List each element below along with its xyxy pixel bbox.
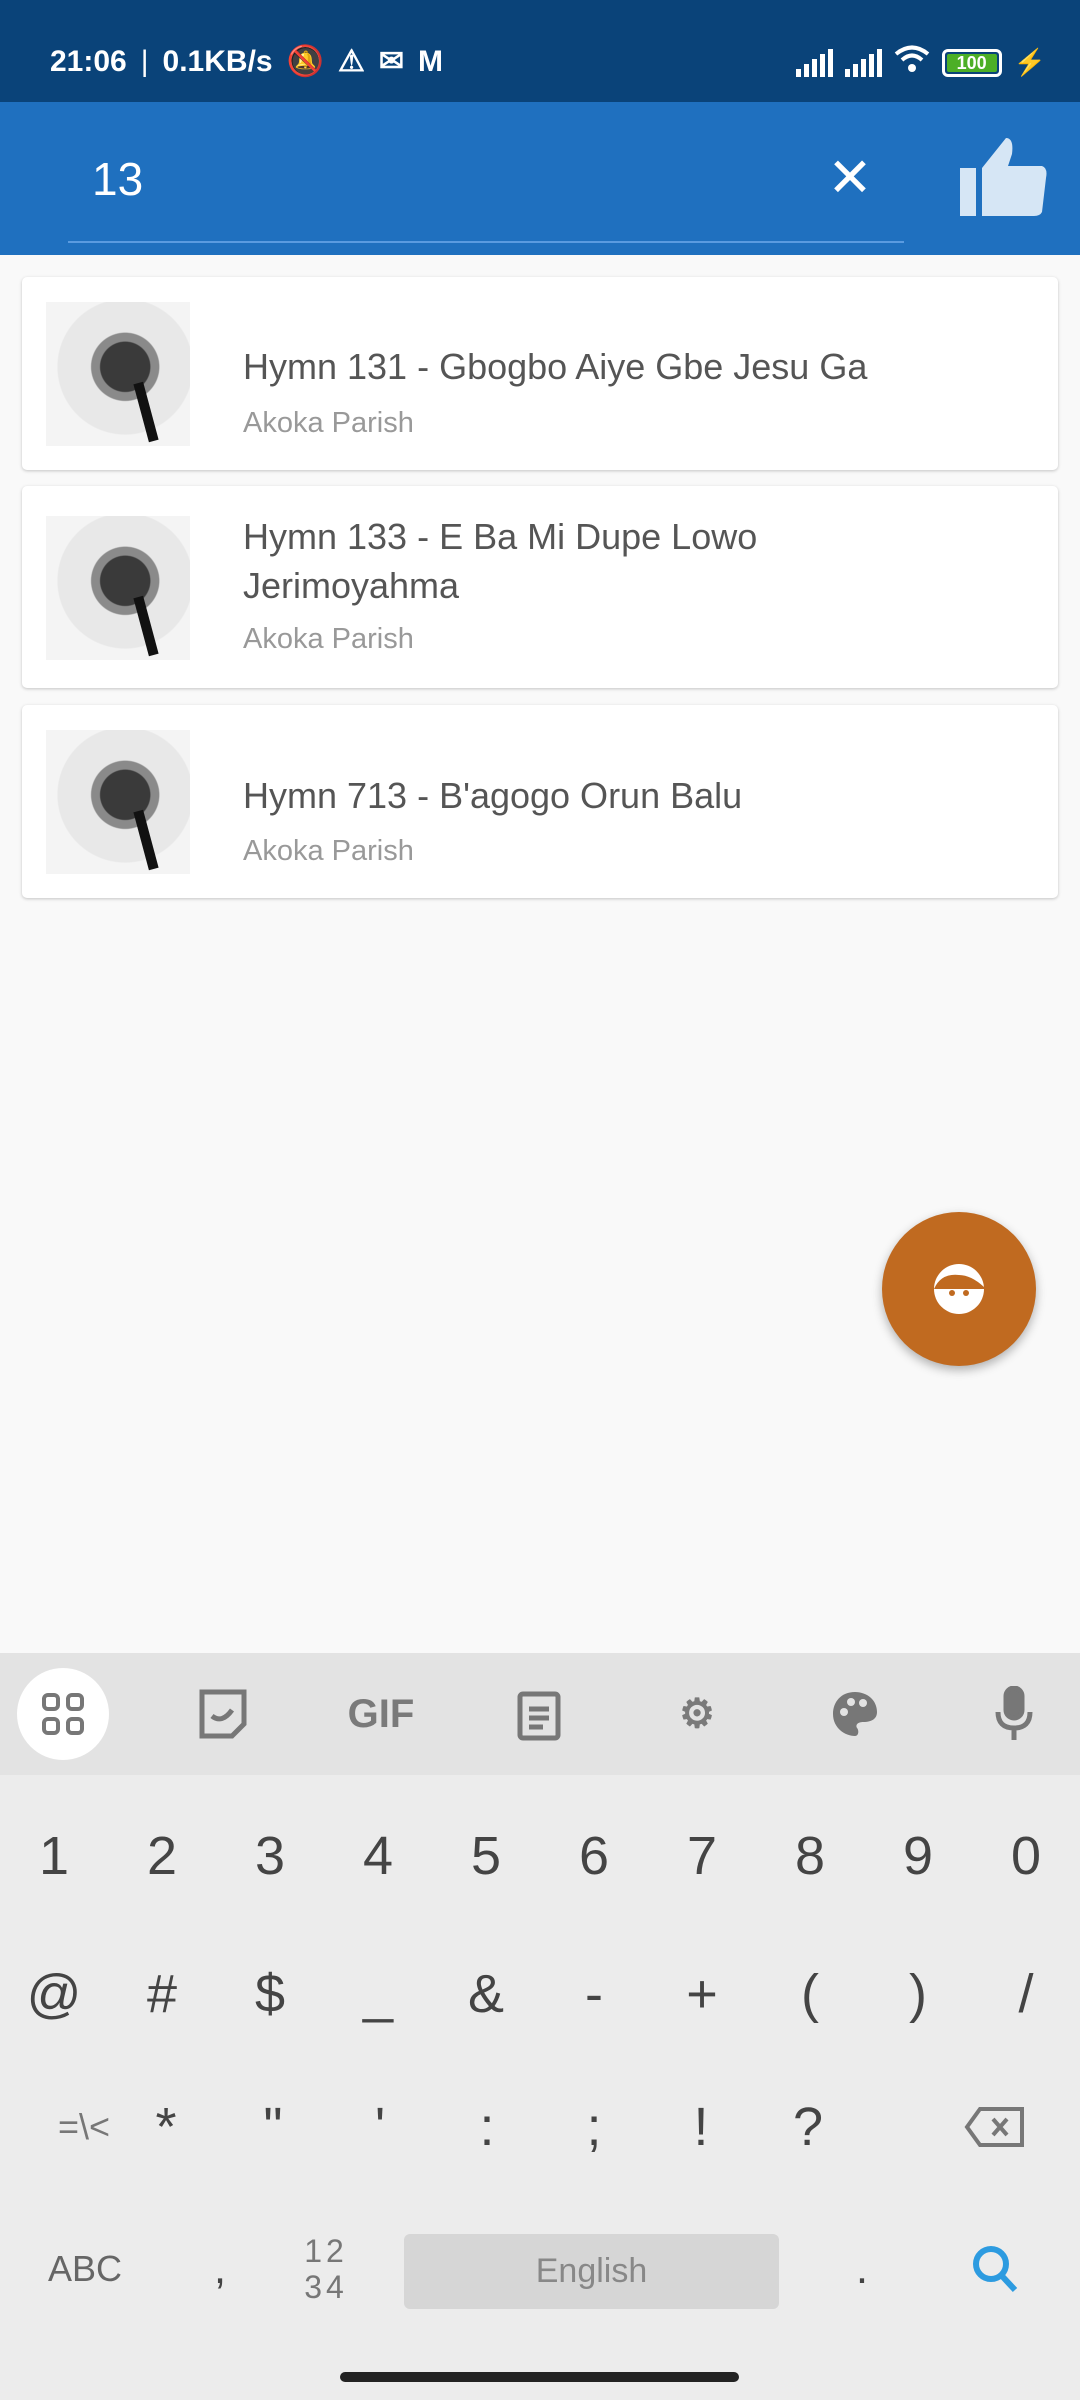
- key[interactable]: -: [540, 1944, 648, 2044]
- keyboard: GIF ⚙ 1234567890 @ # $ _ & - +() / =\< * " ':;!? A…: [0, 1653, 1080, 2400]
- numpad-top: 12: [304, 2233, 348, 2269]
- apps-grid-icon[interactable]: [17, 1668, 109, 1760]
- list-item[interactable]: Hymn 133 - E Ba Mi Dupe Lowo Jerimoyahma…: [22, 486, 1058, 688]
- warning-icon: ⚠: [337, 45, 365, 78]
- key[interactable]: 1: [0, 1806, 108, 1906]
- gif-button[interactable]: GIF: [335, 1668, 427, 1760]
- symbol-row: @ # $ _ & - +() /: [0, 1944, 1080, 2044]
- key[interactable]: 4: [324, 1806, 432, 1906]
- status-bar: 21:06 | 0.1KB/s 🔕 ⚠ ✉ M 100 ⚡: [0, 0, 1080, 102]
- list-item[interactable]: Hymn 131 - Gbogbo Aiye Gbe Jesu Ga Akoka…: [22, 277, 1058, 470]
- key[interactable]: ;: [540, 2077, 648, 2177]
- hymn-subtitle: Akoka Parish: [243, 835, 414, 867]
- key[interactable]: /: [972, 1944, 1080, 2044]
- search-underline: [68, 241, 904, 243]
- home-indicator[interactable]: [340, 2372, 739, 2382]
- artist-thumbnail: [46, 730, 190, 874]
- charging-icon: ⚡: [1013, 47, 1046, 77]
- bell-off-icon: 🔕: [286, 45, 324, 78]
- hymn-subtitle: Akoka Parish: [243, 623, 414, 655]
- key[interactable]: :: [433, 2077, 541, 2177]
- key[interactable]: 3: [216, 1806, 324, 1906]
- key[interactable]: (: [756, 1944, 864, 2044]
- signal-icon: [795, 48, 833, 77]
- key[interactable]: *: [112, 2077, 220, 2177]
- search-key[interactable]: [940, 2219, 1050, 2319]
- key[interactable]: ?: [754, 2077, 862, 2177]
- key[interactable]: +: [648, 1944, 756, 2044]
- comma-key[interactable]: ,: [166, 2219, 274, 2319]
- gear-icon[interactable]: ⚙: [651, 1668, 743, 1760]
- close-icon[interactable]: ✕: [822, 150, 878, 206]
- numpad-bottom: 34: [304, 2269, 348, 2305]
- key[interactable]: &: [432, 1944, 540, 2044]
- symbol-row-2: =\< * " ':;!?: [0, 2077, 1080, 2177]
- key[interactable]: 8: [756, 1806, 864, 1906]
- fab-button[interactable]: [882, 1212, 1036, 1366]
- hymn-title: Hymn 133 - E Ba Mi Dupe Lowo Jerimoyahma: [243, 516, 758, 606]
- number-row: 1234567890: [0, 1806, 1080, 1906]
- wifi-icon: [894, 44, 930, 81]
- keyboard-toolbar: GIF ⚙: [0, 1653, 1080, 1775]
- outlook-icon: ✉: [378, 45, 404, 78]
- hymn-subtitle: Akoka Parish: [243, 407, 414, 439]
- battery-level: 100: [946, 53, 997, 72]
- key[interactable]: 0: [972, 1806, 1080, 1906]
- key[interactable]: $: [216, 1944, 324, 2044]
- search-icon: [973, 2246, 1018, 2293]
- key[interactable]: ): [864, 1944, 972, 2044]
- key[interactable]: 2: [108, 1806, 216, 1906]
- abc-key[interactable]: ABC: [30, 2219, 140, 2319]
- clipboard-icon[interactable]: [493, 1668, 585, 1760]
- key[interactable]: #: [108, 1944, 216, 2044]
- key[interactable]: 9: [864, 1806, 972, 1906]
- artist-thumbnail: [46, 302, 190, 446]
- gmail-icon: M: [418, 44, 443, 78]
- sticker-icon[interactable]: [177, 1668, 269, 1760]
- signal-icon: [844, 48, 882, 77]
- app-bar: 13 ✕: [0, 102, 1080, 255]
- thumbs-up-icon[interactable]: [958, 138, 1048, 218]
- key[interactable]: 7: [648, 1806, 756, 1906]
- microphone-icon[interactable]: [968, 1668, 1060, 1760]
- period-key[interactable]: .: [808, 2219, 916, 2319]
- backspace-key[interactable]: [940, 2077, 1050, 2177]
- key[interactable]: 5: [432, 1806, 540, 1906]
- clock: 21:06: [50, 44, 127, 78]
- artist-thumbnail: [46, 516, 190, 660]
- key[interactable]: _: [324, 1944, 432, 2044]
- separator: |: [140, 44, 149, 78]
- palette-icon[interactable]: [809, 1668, 901, 1760]
- key[interactable]: @: [0, 1944, 108, 2044]
- key[interactable]: ': [326, 2077, 434, 2177]
- key[interactable]: 6: [540, 1806, 648, 1906]
- face-icon: [934, 1264, 984, 1314]
- list-item[interactable]: Hymn 713 - B'agogo Orun Balu Akoka Paris…: [22, 705, 1058, 898]
- numpad-key[interactable]: 12 34: [272, 2219, 380, 2319]
- search-input[interactable]: 13: [92, 152, 143, 206]
- key[interactable]: !: [647, 2077, 755, 2177]
- hymn-title: Hymn 713 - B'agogo Orun Balu: [243, 775, 743, 816]
- battery-icon: 100: [941, 48, 1002, 77]
- hymn-title: Hymn 131 - Gbogbo Aiye Gbe Jesu Ga: [243, 346, 868, 387]
- key[interactable]: ": [219, 2077, 327, 2177]
- space-bar[interactable]: English: [404, 2234, 779, 2309]
- network-speed: 0.1KB/s: [162, 44, 273, 78]
